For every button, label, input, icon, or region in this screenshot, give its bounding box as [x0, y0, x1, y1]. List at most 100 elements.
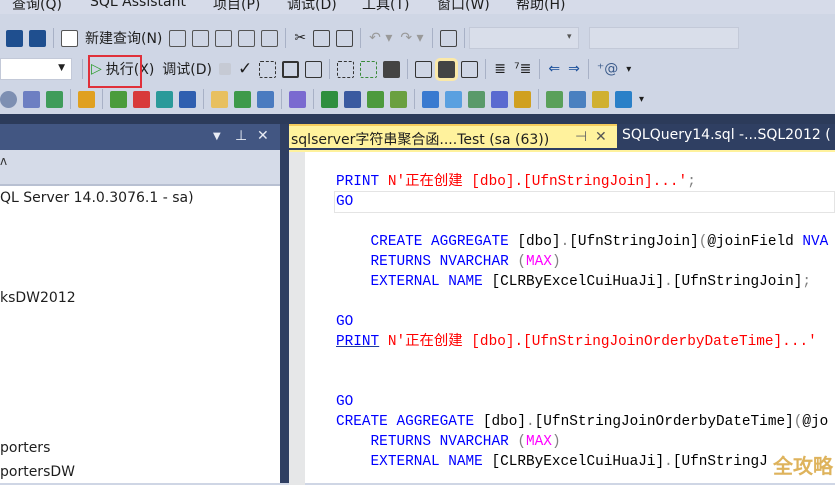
spell-check-icon[interactable] [289, 90, 306, 108]
toolbar-overflow-icon[interactable]: ▾ [626, 64, 631, 75]
compare-blue-icon[interactable] [569, 90, 586, 108]
database-engine-query-icon[interactable] [169, 29, 187, 47]
database-sync-icon[interactable] [367, 90, 384, 108]
code-token: GO [336, 194, 354, 210]
menu-item[interactable]: 帮助(H) [516, 0, 565, 14]
code-line: PRINT N'正在创建 [dbo].[UfnStringJoin]...'; [336, 172, 828, 192]
menu-item[interactable]: 工具(T) [362, 0, 409, 14]
xmla-query-icon[interactable] [238, 29, 256, 47]
database-green-icon[interactable] [110, 90, 127, 108]
code-token: . [664, 274, 673, 290]
tools-icon[interactable] [23, 90, 40, 108]
toolbar-overflow-icon[interactable]: ▾ [639, 94, 644, 105]
refresh-icon[interactable] [179, 90, 196, 108]
table-icon[interactable] [156, 90, 173, 108]
menu-item[interactable]: 查询(Q) [12, 0, 62, 14]
solution-configuration-dropdown[interactable]: ▾ [468, 27, 579, 49]
available-databases-dropdown[interactable]: ▼ [0, 58, 72, 80]
comment-icon[interactable]: ≣ [494, 61, 506, 77]
pin-icon[interactable]: ⊥ [235, 128, 247, 144]
sql-icon[interactable] [133, 90, 150, 108]
menu-item[interactable]: SQL Assistant [90, 0, 186, 10]
specify-values-icon[interactable]: ⁺@ [597, 61, 618, 77]
tree-item-server[interactable]: QL Server 14.0.3076.1 - sa) [0, 190, 194, 206]
database-check-icon[interactable] [390, 90, 407, 108]
pin-icon[interactable]: ⊣ [575, 129, 587, 145]
diagram-icon[interactable] [422, 90, 439, 108]
tree-item-database[interactable]: portersDW [0, 464, 75, 480]
code-area[interactable]: PRINT N'正在创建 [dbo].[UfnStringJoin]...'; G… [336, 172, 828, 472]
php-icon[interactable] [234, 90, 251, 108]
redo-icon[interactable]: ↷ ▾ [400, 30, 423, 46]
dax-query-icon[interactable] [261, 29, 279, 47]
code-token: [dbo] [508, 234, 561, 250]
clock-icon[interactable] [0, 90, 17, 108]
paste-icon[interactable] [336, 29, 354, 47]
panel-splitter[interactable] [280, 124, 289, 483]
code-token: [UfnStringJoin] [672, 274, 803, 290]
link-icon[interactable] [445, 90, 462, 108]
new-query-button[interactable]: 新建查询(N) [85, 28, 162, 48]
debug-button[interactable]: 调试(D) [162, 59, 212, 79]
save-all-icon[interactable] [29, 29, 46, 47]
code-token: RETURNS NVARCHAR [370, 254, 509, 270]
query-editor[interactable]: PRINT N'正在创建 [dbo].[UfnStringJoin]...'; G… [289, 150, 835, 485]
copy-icon[interactable] [313, 29, 331, 47]
display-estimated-plan-icon[interactable] [259, 60, 277, 78]
dropdown-icon[interactable]: ▼ [213, 131, 221, 142]
dmx-query-icon[interactable] [215, 29, 233, 47]
cut-icon[interactable]: ✂ [294, 30, 306, 46]
menu-item[interactable]: 调试(D) [287, 0, 337, 14]
activity-monitor-icon[interactable] [439, 29, 457, 47]
undo-icon[interactable]: ↶ ▾ [369, 30, 392, 46]
menu-item[interactable]: 项目(P) [213, 0, 260, 14]
network-icon[interactable] [491, 90, 508, 108]
mdx-query-icon[interactable] [192, 29, 210, 47]
code-token: GO [336, 394, 354, 410]
results-to-file-icon[interactable] [461, 60, 479, 78]
code-token: PRINT [336, 334, 380, 350]
code-token: NVA [802, 234, 829, 250]
code-token: . [560, 234, 570, 250]
close-tab-icon[interactable]: ✕ [595, 129, 607, 145]
stop-icon[interactable] [219, 63, 232, 75]
code-token: ) [551, 254, 561, 270]
export-icon[interactable] [344, 90, 361, 108]
code-token: [UfnStringJoinOrderbyDateTime] [534, 414, 794, 430]
uncomment-icon[interactable]: ⁷≣ [514, 61, 531, 77]
query-options-icon[interactable] [305, 60, 323, 78]
fast-forward-icon[interactable] [615, 90, 632, 108]
collapse-icon[interactable]: ʌ [0, 154, 7, 168]
upload-icon[interactable] [468, 90, 485, 108]
sql-format-icon[interactable] [78, 90, 95, 108]
decrease-indent-icon[interactable]: ⇐ [548, 61, 560, 77]
actual-plan-icon[interactable] [337, 60, 355, 78]
save-icon[interactable] [6, 29, 23, 47]
tab-active-query[interactable]: sqlserver字符串聚合函....Test (sa (63)) ⊣ ✕ [289, 124, 617, 148]
tab-sqlquery14[interactable]: SQLQuery14.sql -...SQL2012 ( [620, 124, 835, 148]
live-statistics-icon[interactable] [360, 60, 378, 78]
open-folder-icon[interactable] [211, 90, 228, 108]
schema-compare-icon[interactable] [46, 90, 63, 108]
parse-check-icon[interactable]: ✓ [238, 59, 252, 79]
query-designer-icon[interactable] [282, 60, 300, 78]
close-icon[interactable]: ✕ [257, 128, 269, 144]
results-to-text-icon[interactable] [415, 60, 433, 78]
code-line: EXTERNAL NAME [CLRByExcelCuiHuaJi].[UfnS… [336, 272, 828, 292]
menu-item[interactable]: 窗口(W) [437, 0, 490, 14]
compare-icon[interactable] [546, 90, 563, 108]
increase-indent-icon[interactable]: ⇒ [568, 61, 580, 77]
excel-icon[interactable] [321, 90, 338, 108]
find-combo[interactable] [588, 27, 739, 49]
cubes-icon[interactable] [514, 90, 531, 108]
compare-yellow-icon[interactable] [592, 90, 609, 108]
results-to-grid-icon[interactable] [435, 57, 459, 81]
tree-item-database[interactable]: porters [0, 440, 50, 456]
form-icon[interactable] [257, 90, 274, 108]
tree-item-database[interactable]: ksDW2012 [0, 290, 76, 306]
client-statistics-icon[interactable] [383, 60, 401, 78]
